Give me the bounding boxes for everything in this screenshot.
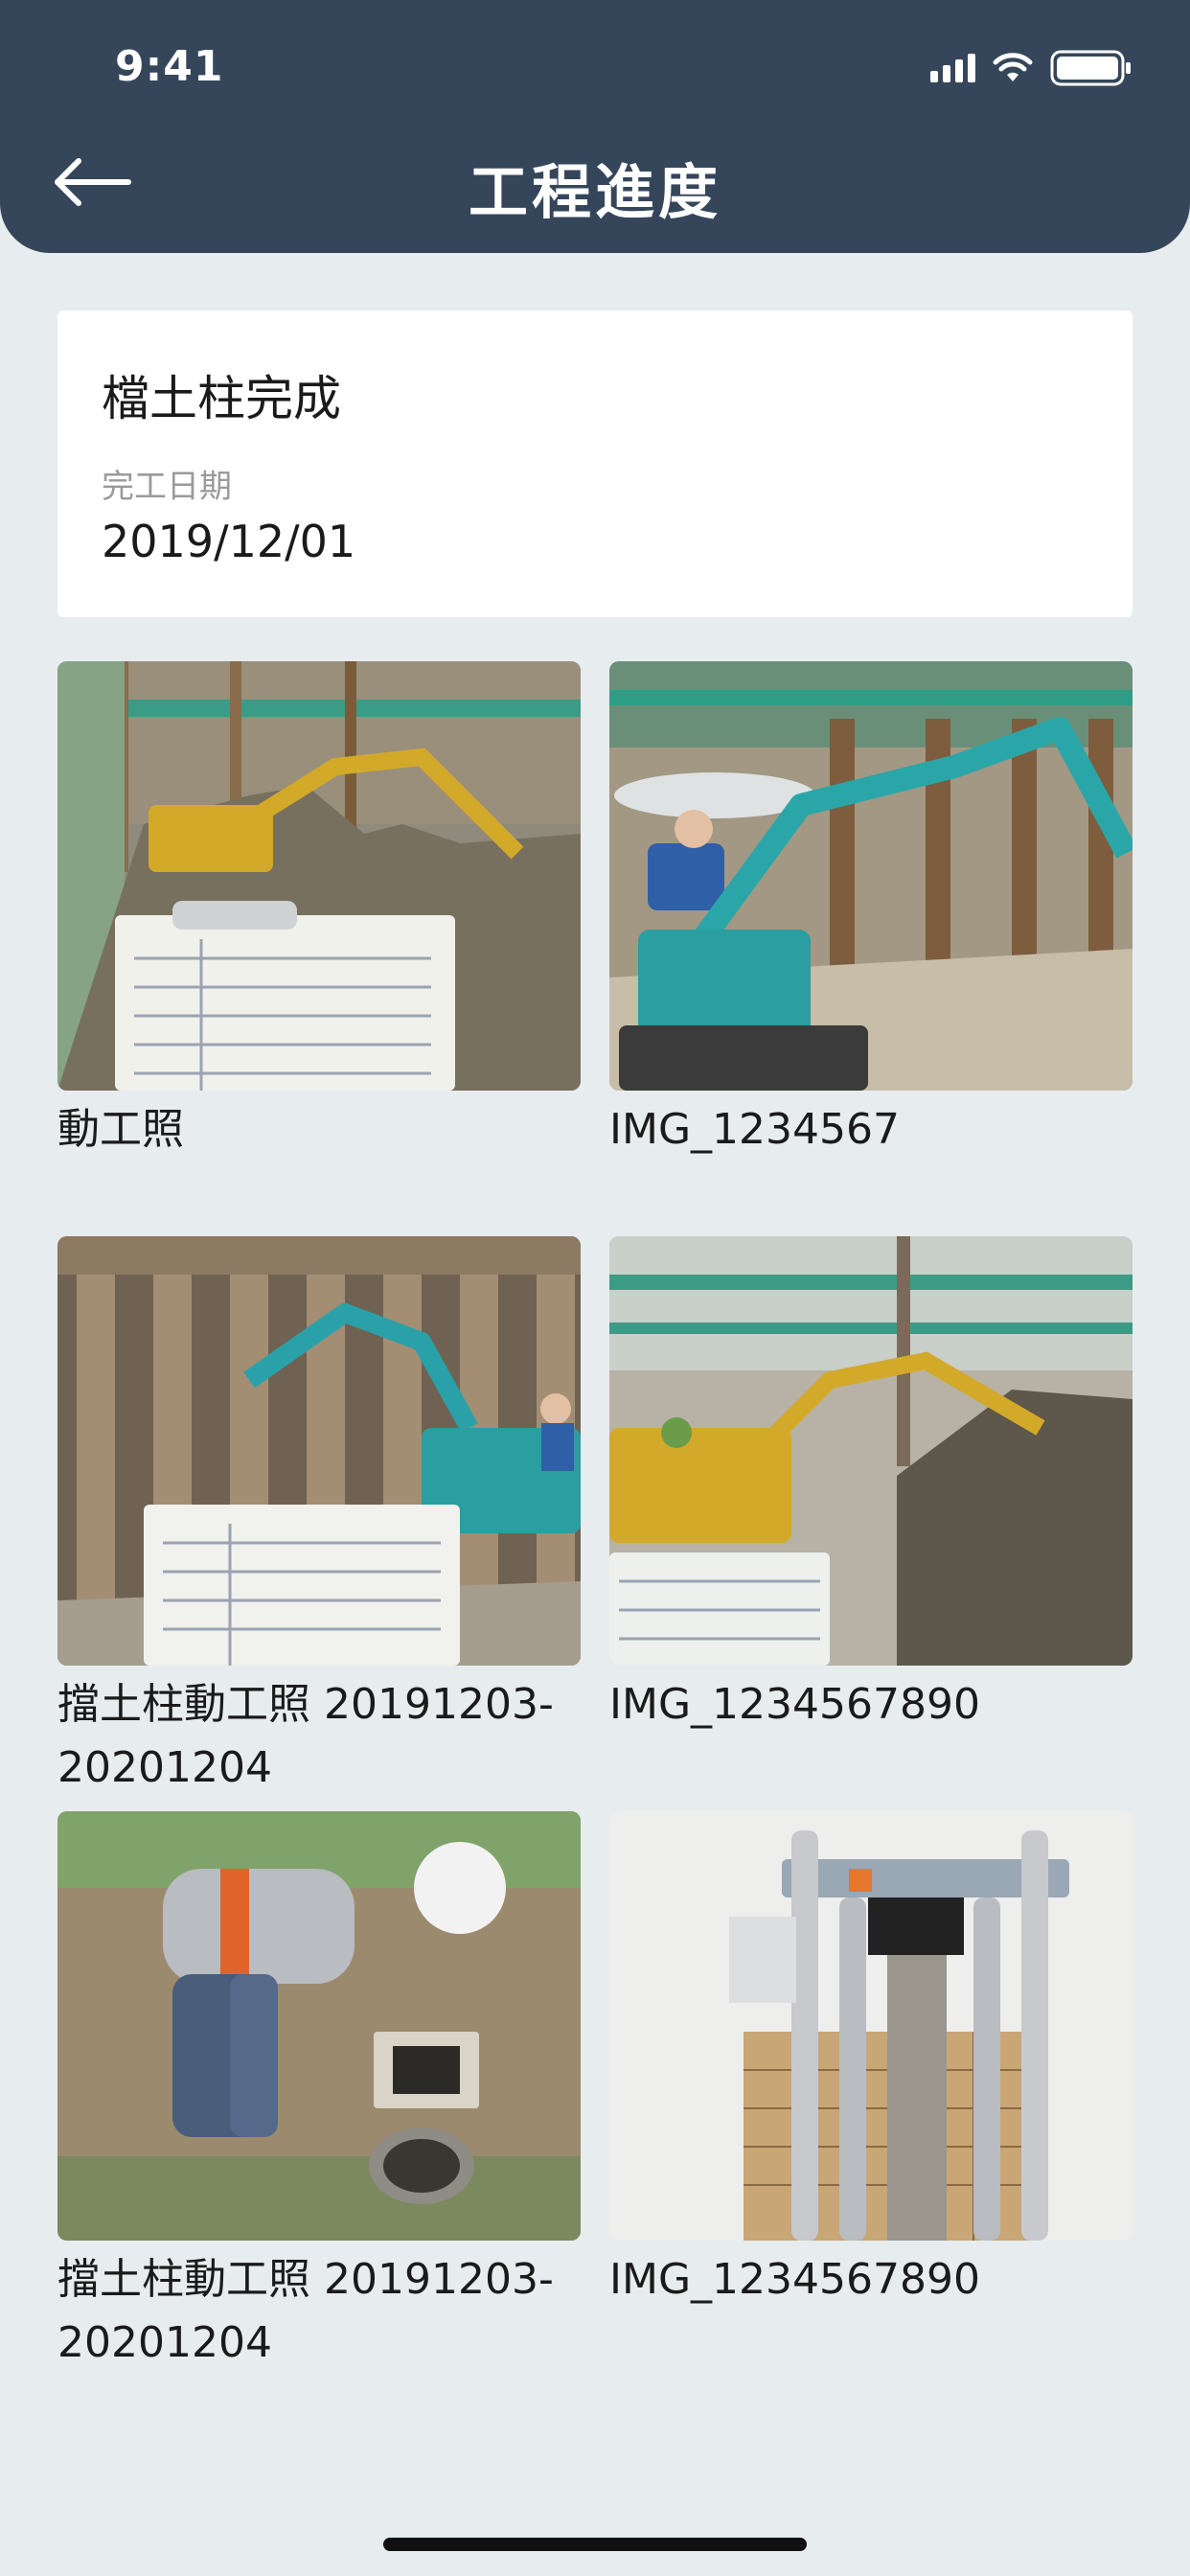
home-indicator[interactable]: [383, 2538, 807, 2551]
completion-date-label: 完工日期: [102, 468, 232, 506]
photo-thumbnail[interactable]: [609, 1811, 1133, 2241]
photo-caption: IMG_1234567: [609, 1105, 900, 1154]
status-time: 9:41: [115, 42, 224, 91]
app-header: 9:41 工程進度: [0, 0, 1190, 253]
wifi-icon: [993, 53, 1033, 83]
photo-thumbnail[interactable]: [57, 1236, 581, 1666]
battery-icon: [1050, 50, 1133, 86]
photo-caption: 動工照: [57, 1105, 184, 1154]
page-title: 工程進度: [468, 157, 721, 227]
milestone-title: 檔土柱完成: [102, 371, 341, 426]
photo-thumbnail[interactable]: [609, 661, 1133, 1091]
status-icons: [930, 50, 1133, 86]
photo-thumbnail[interactable]: [609, 1236, 1133, 1666]
photo-caption: IMG_1234567890: [609, 2255, 980, 2304]
cellular-signal-icon: [930, 54, 975, 82]
photo-thumbnail[interactable]: [57, 1811, 581, 2241]
milestone-card: 檔土柱完成 完工日期 2019/12/01: [57, 310, 1133, 617]
photo-thumbnail[interactable]: [57, 661, 581, 1091]
photo-caption: IMG_1234567890: [609, 1680, 980, 1729]
completion-date-value: 2019/12/01: [102, 516, 356, 567]
photo-caption: 擋土柱動工照 20191203-20201204: [57, 1680, 554, 1792]
photo-caption: 擋土柱動工照 20191203-20201204: [57, 2255, 554, 2367]
